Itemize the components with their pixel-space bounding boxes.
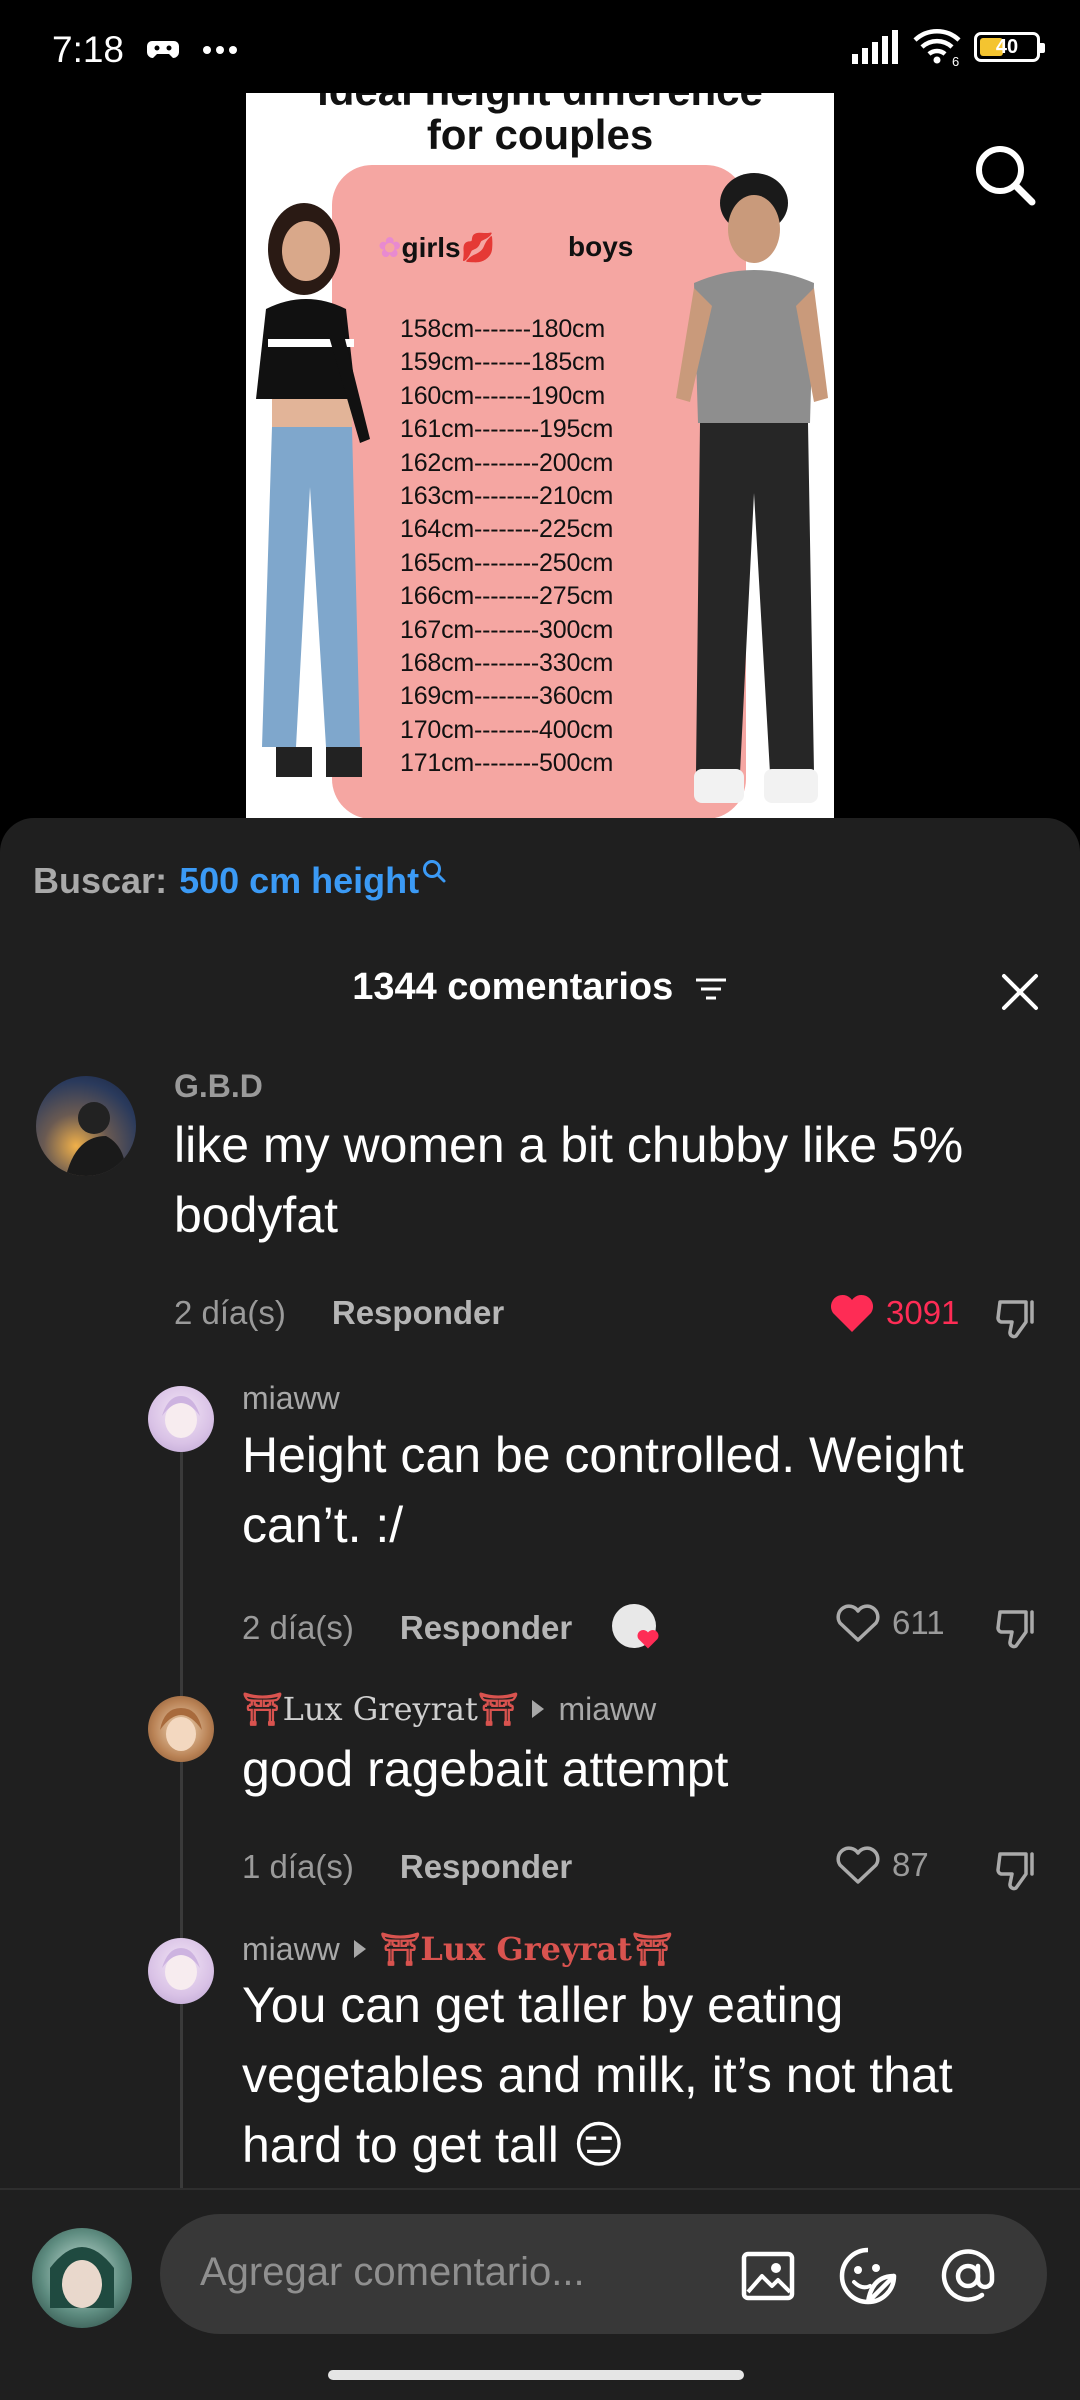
- home-indicator[interactable]: [328, 2370, 744, 2380]
- status-time: 7:18: [52, 29, 125, 70]
- reply-arrow-icon: [353, 1940, 366, 1958]
- reply-button[interactable]: Responder: [332, 1294, 504, 1332]
- battery-level: 40: [995, 35, 1019, 58]
- my-avatar[interactable]: [32, 2228, 132, 2328]
- height-row: 160cm-------190cm: [400, 381, 605, 410]
- comment-meta: 1 día(s) Responder: [242, 1848, 572, 1886]
- comment-time: 1 día(s): [242, 1848, 354, 1885]
- avatar[interactable]: [148, 1696, 214, 1762]
- comment-username[interactable]: Lux Greyrat: [283, 1690, 478, 1728]
- comment-time: 2 día(s): [242, 1609, 354, 1646]
- avatar[interactable]: [36, 1076, 136, 1176]
- video-title-line2: for couples: [426, 111, 654, 158]
- height-row: 167cm--------300cm: [400, 615, 614, 644]
- creator-liked-badge: [612, 1604, 660, 1652]
- comment-username[interactable]: G.B.D: [174, 1068, 263, 1105]
- reply-button[interactable]: Responder: [400, 1848, 572, 1886]
- height-row: 171cm--------500cm: [400, 749, 614, 778]
- dislike-icon[interactable]: [994, 1846, 1042, 1894]
- heart-filled-icon: [830, 1294, 874, 1332]
- video-frame[interactable]: ideal height difference for couples ✿gir…: [246, 93, 834, 818]
- search-icon[interactable]: [970, 140, 1040, 210]
- height-row: 159cm-------185cm: [400, 348, 605, 377]
- status-bar: 7:18 6 40: [0, 0, 1080, 100]
- comment-meta: 2 día(s) Responder: [174, 1294, 504, 1332]
- sort-icon[interactable]: [694, 976, 728, 1002]
- mention-icon[interactable]: [936, 2244, 1000, 2308]
- like-button[interactable]: 611: [834, 1602, 945, 1644]
- boy-figure: [676, 173, 828, 803]
- dislike-icon[interactable]: [994, 1294, 1042, 1342]
- like-button[interactable]: 87: [834, 1844, 929, 1886]
- avatar[interactable]: [148, 1938, 214, 2004]
- related-search[interactable]: Buscar: 500 cm height: [33, 860, 447, 902]
- height-row: 169cm--------360cm: [400, 682, 614, 711]
- like-count: 3091: [886, 1294, 960, 1331]
- like-count: 611: [892, 1604, 945, 1641]
- more-notifications-icon: [203, 46, 238, 54]
- search-small-icon: [423, 860, 446, 883]
- height-row: 170cm--------400cm: [400, 715, 614, 744]
- height-row: 162cm--------200cm: [400, 448, 614, 477]
- close-icon[interactable]: [998, 970, 1042, 1014]
- image-icon[interactable]: [736, 2244, 800, 2308]
- like-count: 87: [892, 1846, 929, 1883]
- height-row: 165cm--------250cm: [400, 548, 614, 577]
- heart-outline-icon: [836, 1846, 880, 1884]
- comment-username-row: ⛩ Lux Greyrat ⛩ miaww: [242, 1690, 656, 1728]
- col-header-girls: ✿girls💋: [378, 232, 496, 263]
- comment-time: 2 día(s): [174, 1294, 286, 1331]
- comment-input[interactable]: Agregar comentario...: [160, 2214, 1047, 2334]
- height-row: 166cm--------275cm: [400, 582, 614, 611]
- height-row: 161cm--------195cm: [400, 415, 614, 444]
- comments-sheet: Buscar: 500 cm height 1344 comentarios G…: [0, 818, 1080, 2400]
- torii-icon: ⛩: [631, 1930, 673, 1968]
- height-row: 164cm--------225cm: [400, 515, 614, 544]
- col-header-boys: boys: [568, 231, 634, 262]
- svg-text:6: 6: [952, 54, 959, 66]
- reply-button[interactable]: Responder: [400, 1609, 572, 1647]
- height-row: 163cm--------210cm: [400, 482, 614, 510]
- dislike-icon[interactable]: [994, 1604, 1042, 1652]
- torii-icon: ⛩: [477, 1690, 519, 1728]
- torii-icon: ⛩: [379, 1930, 421, 1968]
- wifi-icon: 6: [913, 29, 961, 66]
- signal-icon: [852, 30, 898, 64]
- avatar[interactable]: [148, 1386, 214, 1452]
- height-row: 168cm--------330cm: [400, 649, 614, 677]
- comment-text: like my women a bit chubby like 5% bodyf…: [174, 1117, 964, 1243]
- girl-figure: [256, 203, 370, 777]
- comment-username[interactable]: miaww: [242, 1380, 340, 1417]
- battery-indicator: 40: [974, 32, 1045, 62]
- comment-username[interactable]: miaww: [242, 1931, 340, 1968]
- comments-count: 1344 comentarios: [352, 966, 674, 1008]
- sticker-icon[interactable]: [836, 2244, 900, 2308]
- reply-to-username[interactable]: Lux Greyrat: [420, 1930, 632, 1968]
- related-search-query[interactable]: 500 cm height: [179, 860, 419, 902]
- reply-to-username[interactable]: miaww: [558, 1691, 656, 1728]
- comments-count-header: 1344 comentarios: [0, 966, 1080, 1009]
- comment-meta: 2 día(s) Responder: [242, 1604, 660, 1652]
- heart-outline-icon: [836, 1604, 880, 1642]
- heart-badge-icon: [637, 1629, 659, 1649]
- game-controller-icon: [147, 41, 180, 58]
- comment-input-placeholder: Agregar comentario...: [200, 2250, 585, 2294]
- torii-icon: ⛩: [242, 1690, 283, 1728]
- reply-arrow-icon: [532, 1700, 545, 1718]
- comment-username-row: miaww ⛩ Lux Greyrat ⛩: [242, 1930, 673, 1968]
- comment-text: You can get taller by eating vegetables …: [242, 1977, 953, 2173]
- related-search-label: Buscar:: [33, 860, 168, 901]
- comment-text: good ragebait attempt: [242, 1741, 729, 1797]
- comment-text: Height can be controlled. Weight can’t. …: [242, 1427, 964, 1553]
- height-row: 158cm-------180cm: [400, 315, 605, 343]
- comment-composer-bar: Agregar comentario...: [0, 2188, 1080, 2400]
- like-button[interactable]: 3091: [828, 1292, 959, 1334]
